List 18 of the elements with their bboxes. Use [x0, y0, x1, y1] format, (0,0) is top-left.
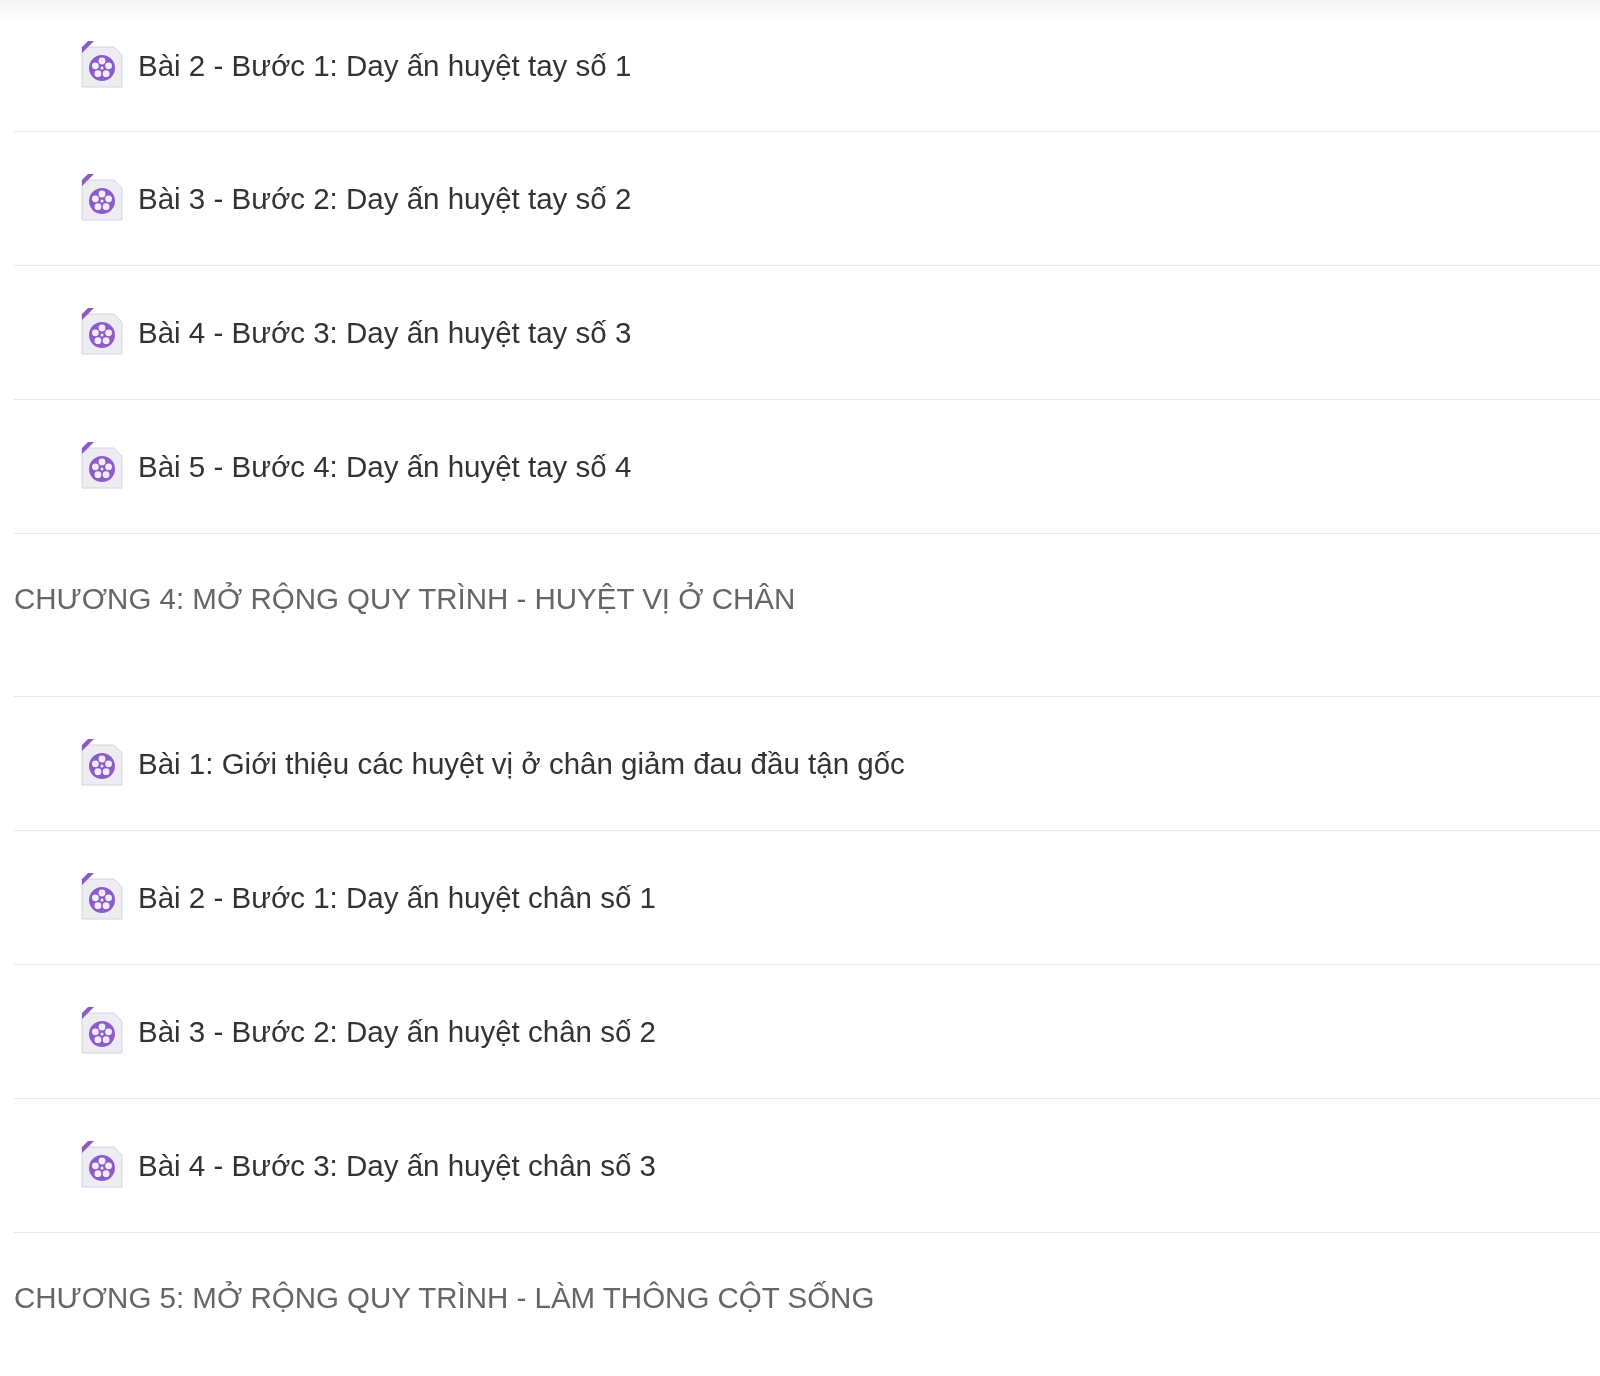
- video-file-icon: [78, 40, 124, 91]
- lesson-link[interactable]: Bài 1: Giới thiệu các huyệt vị ở chân giảm đau đầu tận gốc: [138, 746, 905, 781]
- lesson-link[interactable]: Bài 4 - Bước 3: Day ấn huyệt chân số 3: [138, 1148, 656, 1183]
- chapter-heading: CHƯƠNG 5: MỞ RỘNG QUY TRÌNH - LÀM THÔNG CỘT SỐNG: [14, 1281, 875, 1315]
- lesson-link[interactable]: Bài 2 - Bước 1: Day ấn huyệt tay số 1: [138, 48, 632, 83]
- video-file-icon: [78, 1140, 124, 1191]
- lesson-link[interactable]: Bài 3 - Bước 2: Day ấn huyệt tay số 2: [138, 181, 632, 216]
- video-file-icon: [78, 738, 124, 789]
- lesson-link[interactable]: Bài 5 - Bước 4: Day ấn huyệt tay số 4: [138, 449, 632, 484]
- video-file-icon: [78, 872, 124, 923]
- video-file-icon: [78, 441, 124, 492]
- chapter-heading: CHƯƠNG 4: MỞ RỘNG QUY TRÌNH - HUYỆT VỊ Ở CHÂN: [14, 582, 796, 616]
- video-file-icon: [78, 173, 124, 224]
- lesson-link[interactable]: Bài 3 - Bước 2: Day ấn huyệt chân số 2: [138, 1014, 656, 1049]
- lesson-link[interactable]: Bài 2 - Bước 1: Day ấn huyệt chân số 1: [138, 880, 656, 915]
- lesson-link[interactable]: Bài 4 - Bước 3: Day ấn huyệt tay số 3: [138, 315, 632, 350]
- video-file-icon: [78, 1006, 124, 1057]
- video-file-icon: [78, 307, 124, 358]
